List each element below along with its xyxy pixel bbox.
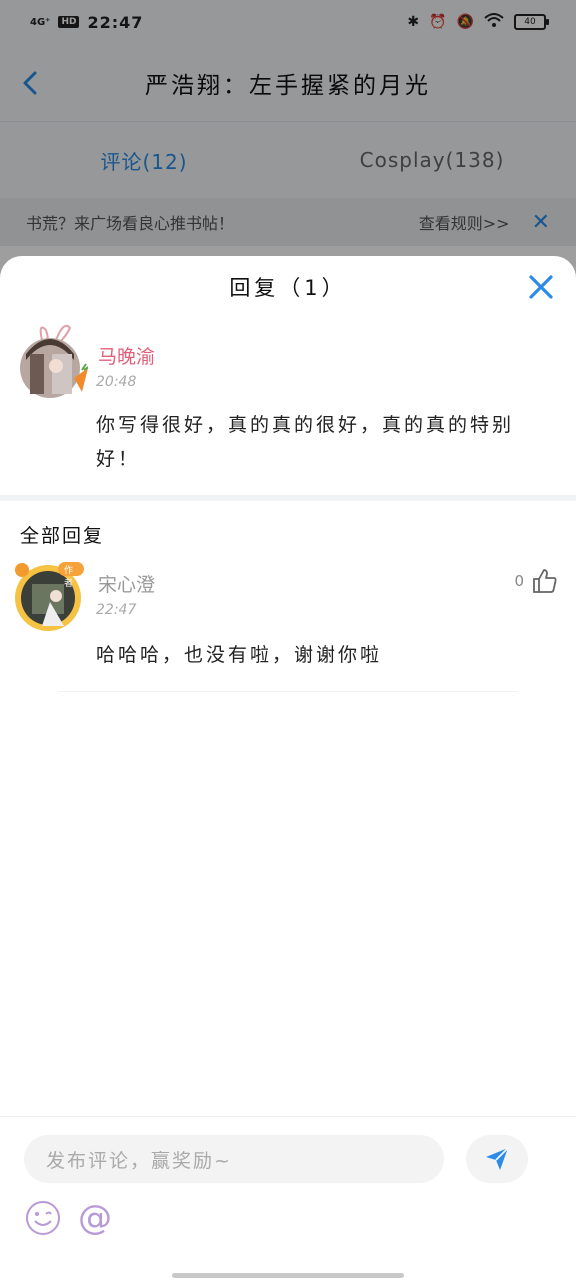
reply-divider [58, 691, 518, 692]
mention-button[interactable]: @ [76, 1198, 114, 1238]
at-icon: @ [78, 1198, 112, 1238]
author-badge: 作者 [64, 566, 74, 589]
sheet-header: 回复（1） [0, 256, 576, 318]
send-icon [486, 1147, 509, 1170]
like-button[interactable]: 0 [514, 568, 558, 594]
reply-time: 22:47 [96, 602, 137, 618]
section-divider [0, 495, 576, 501]
avatar-original[interactable] [16, 320, 91, 398]
send-button[interactable] [466, 1135, 528, 1183]
close-icon[interactable] [528, 274, 554, 300]
home-indicator[interactable] [172, 1273, 404, 1278]
emoji-button[interactable] [24, 1199, 62, 1237]
avatar-reply[interactable]: 作者 [12, 558, 84, 631]
comment-time: 20:48 [96, 374, 137, 390]
reply-text: 哈哈哈，也没有啦，谢谢你啦 [96, 644, 383, 666]
avatar [20, 324, 91, 398]
comment-composer: 发布评论，赢奖励~ @ [0, 1116, 576, 1280]
smiley-icon [26, 1201, 60, 1235]
like-count: 0 [514, 572, 524, 590]
comment-text: 你写得很好，真的真的很好，真的真的特别好！ [96, 414, 515, 470]
commenter-name[interactable]: 马晚渝 [98, 342, 155, 369]
reply-author-name[interactable]: 宋心澄 [98, 570, 155, 597]
all-replies-heading: 全部回复 [20, 525, 105, 547]
thumbs-up-icon [533, 569, 557, 593]
sheet-title: 回复（1） [229, 276, 347, 300]
comment-input[interactable]: 发布评论，赢奖励~ [24, 1135, 444, 1183]
